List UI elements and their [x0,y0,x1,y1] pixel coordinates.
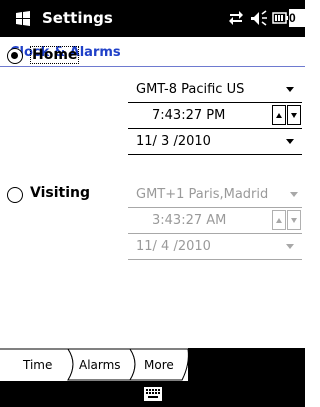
home-time-picker[interactable]: 7:43:27 PM [128,103,302,129]
connectivity-icon[interactable] [227,10,245,26]
chevron-down-icon [286,244,294,249]
chevron-down-icon [286,139,294,144]
clock-display[interactable]: 0 [289,9,305,27]
tab-alarms[interactable]: Alarms [70,348,132,381]
bottom-bar [0,381,305,407]
home-date-picker[interactable]: 11/ 3 /2010 [128,129,302,155]
visiting-timezone-select[interactable]: GMT+1 Paris,Madrid [128,182,302,208]
home-radio-label[interactable]: Home [30,46,80,64]
arrow-up-icon [276,113,282,118]
tab-alarms-label: Alarms [79,358,121,372]
radio-selected-dot [11,52,18,59]
spin-up-button[interactable] [272,105,286,125]
visiting-date-value: 11/ 4 /2010 [136,239,211,254]
tab-strip: Time Alarms More [0,348,305,381]
tab-time[interactable]: Time [0,348,68,381]
battery-icon[interactable] [272,12,288,24]
home-radio[interactable] [7,48,23,64]
header-divider [0,66,305,67]
spin-up-button[interactable] [272,210,286,230]
home-time-value: 7:43:27 PM [152,108,226,123]
tab-more[interactable]: More [134,348,186,381]
chevron-down-icon [290,192,298,197]
spin-down-button[interactable] [287,210,301,230]
visiting-radio[interactable] [7,187,23,203]
chevron-down-icon [286,87,294,92]
keyboard-icon[interactable] [144,387,162,401]
spin-down-button[interactable] [287,105,301,125]
arrow-up-icon [276,218,282,223]
visiting-time-picker[interactable]: 3:43:27 AM [128,208,302,234]
visiting-time-spinner[interactable] [272,210,302,230]
arrow-down-icon [291,113,297,118]
volume-icon[interactable] [251,10,269,26]
home-timezone-value: GMT-8 Pacific US [136,82,245,97]
home-timezone-select[interactable]: GMT-8 Pacific US [128,77,302,103]
title-bar: Settings 0 [0,0,305,37]
visiting-timezone-value: GMT+1 Paris,Madrid [136,187,269,202]
home-date-value: 11/ 3 /2010 [136,134,211,149]
tab-more-label: More [144,358,174,372]
home-time-spinner[interactable] [272,105,302,125]
tab-time-label: Time [23,358,53,372]
arrow-down-icon [291,218,297,223]
visiting-time-value: 3:43:27 AM [152,213,227,228]
windows-start-icon[interactable] [14,11,32,27]
tab-strip-fill [188,348,305,381]
visiting-date-picker[interactable]: 11/ 4 /2010 [128,234,302,260]
visiting-radio-label[interactable]: Visiting [30,185,90,201]
app-title: Settings [42,9,113,27]
